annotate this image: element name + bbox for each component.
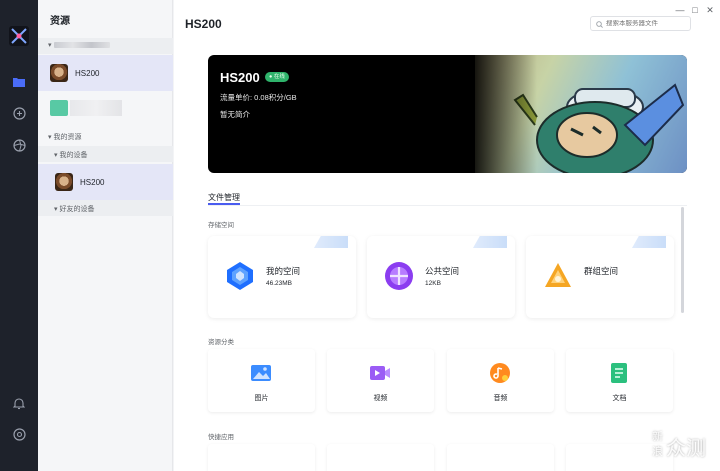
icon-rail [0, 0, 38, 471]
main-panel: — □ ✕ HS200 HS200 ● 在线 流量单价: 0.08积分/GB 暂… [174, 0, 720, 471]
status-text: 在线 [273, 74, 285, 80]
app-logo [9, 26, 29, 46]
storage-card-title: 公共空间 [425, 266, 460, 276]
public-space-icon [383, 260, 415, 292]
category-label: 视频 [373, 395, 388, 402]
page-title: HS200 [185, 17, 222, 31]
blurred-label [70, 100, 122, 116]
blurred-sidebar-item[interactable] [50, 100, 122, 116]
tab-file-management[interactable]: 文件管理 [208, 192, 240, 203]
tab-divider [208, 205, 687, 206]
sidebar-title: 资源 [50, 16, 70, 27]
storage-card-size: 12KB [425, 280, 441, 287]
card-decoration [632, 236, 666, 248]
my-devices-label: 我的设备 [59, 152, 88, 159]
storage-card-public-space[interactable]: 公共空间 12KB [367, 236, 515, 318]
settings-icon[interactable] [11, 426, 27, 442]
categories-section-label: 资源分类 [208, 339, 234, 346]
category-label: 文档 [612, 395, 627, 402]
minimize-button[interactable]: — [674, 4, 686, 16]
audio-icon [489, 362, 511, 384]
quick-apps-section-label: 快捷应用 [208, 434, 234, 441]
category-label: 音频 [493, 395, 508, 402]
category-label: 图片 [254, 395, 269, 402]
search-input[interactable] [606, 20, 691, 27]
discover-icon[interactable] [11, 137, 27, 153]
resource-sidebar: 资源 ▾ HS200 ▾ 我的资源 ▾ 我的设备 HS200 ▾ 好友的设备 [38, 0, 173, 471]
category-audio[interactable]: 音频 [447, 349, 554, 412]
blurred-account-name [53, 42, 110, 49]
search-box[interactable] [590, 16, 691, 31]
watermark-brand: 众测 [666, 438, 706, 460]
scrollbar[interactable] [681, 207, 684, 313]
category-images[interactable]: 图片 [208, 349, 315, 412]
traffic-price: 流量单价: 0.08积分/GB [220, 93, 297, 102]
sidebar-item-label: HS200 [75, 68, 100, 78]
watermark-text: 新 [652, 431, 663, 443]
document-icon [608, 362, 630, 384]
device-name: HS200 [220, 70, 260, 85]
banner-fade [467, 55, 537, 173]
search-icon [596, 17, 603, 31]
category-videos[interactable]: 视频 [327, 349, 434, 412]
image-icon [250, 362, 272, 384]
app-center-icon[interactable] [11, 105, 27, 121]
friend-devices-header[interactable]: ▾ 好友的设备 [54, 204, 94, 214]
my-space-icon [224, 260, 256, 292]
quick-app-card[interactable] [327, 444, 434, 471]
storage-card-my-space[interactable]: 我的空间 46.23MB [208, 236, 356, 318]
watermark-text: 浪 [652, 446, 663, 458]
card-decoration [473, 236, 507, 248]
bell-icon[interactable] [11, 395, 27, 411]
my-resources-label: 我的资源 [53, 134, 82, 141]
storage-card-group-space[interactable]: 群组空间 [526, 236, 674, 318]
my-resources-header[interactable]: ▾ 我的资源 [48, 132, 81, 142]
quick-app-card[interactable] [447, 444, 554, 471]
storage-card-title: 我的空间 [266, 266, 301, 276]
close-button[interactable]: ✕ [704, 4, 716, 16]
friend-devices-label: 好友的设备 [59, 206, 95, 213]
host-group-header[interactable]: ▾ [38, 38, 173, 54]
storage-section-label: 存储空间 [208, 222, 234, 229]
device-avatar [50, 64, 68, 82]
my-devices-header[interactable]: ▾ 我的设备 [54, 150, 87, 160]
sidebar-item-device[interactable]: HS200 [38, 164, 173, 200]
sidebar-item-host[interactable]: HS200 [38, 55, 173, 91]
blurred-avatar [50, 100, 68, 116]
chevron-down-icon: ▾ [48, 42, 52, 49]
sidebar-item-label: HS200 [80, 177, 105, 187]
video-icon [369, 362, 391, 384]
group-space-icon [542, 260, 574, 292]
folder-icon[interactable] [11, 74, 27, 90]
storage-card-size: 46.23MB [266, 280, 293, 287]
storage-card-title: 群组空间 [584, 266, 619, 276]
category-documents[interactable]: 文档 [566, 349, 673, 412]
maximize-button[interactable]: □ [689, 4, 701, 16]
device-avatar [55, 173, 73, 191]
watermark: 新 浪 众测 [652, 428, 712, 464]
device-banner: HS200 ● 在线 流量单价: 0.08积分/GB 暂无简介 [208, 55, 687, 173]
device-description: 暂无简介 [220, 110, 250, 119]
quick-app-card[interactable] [208, 444, 315, 471]
card-decoration [314, 236, 348, 248]
status-badge: ● 在线 [265, 72, 289, 82]
